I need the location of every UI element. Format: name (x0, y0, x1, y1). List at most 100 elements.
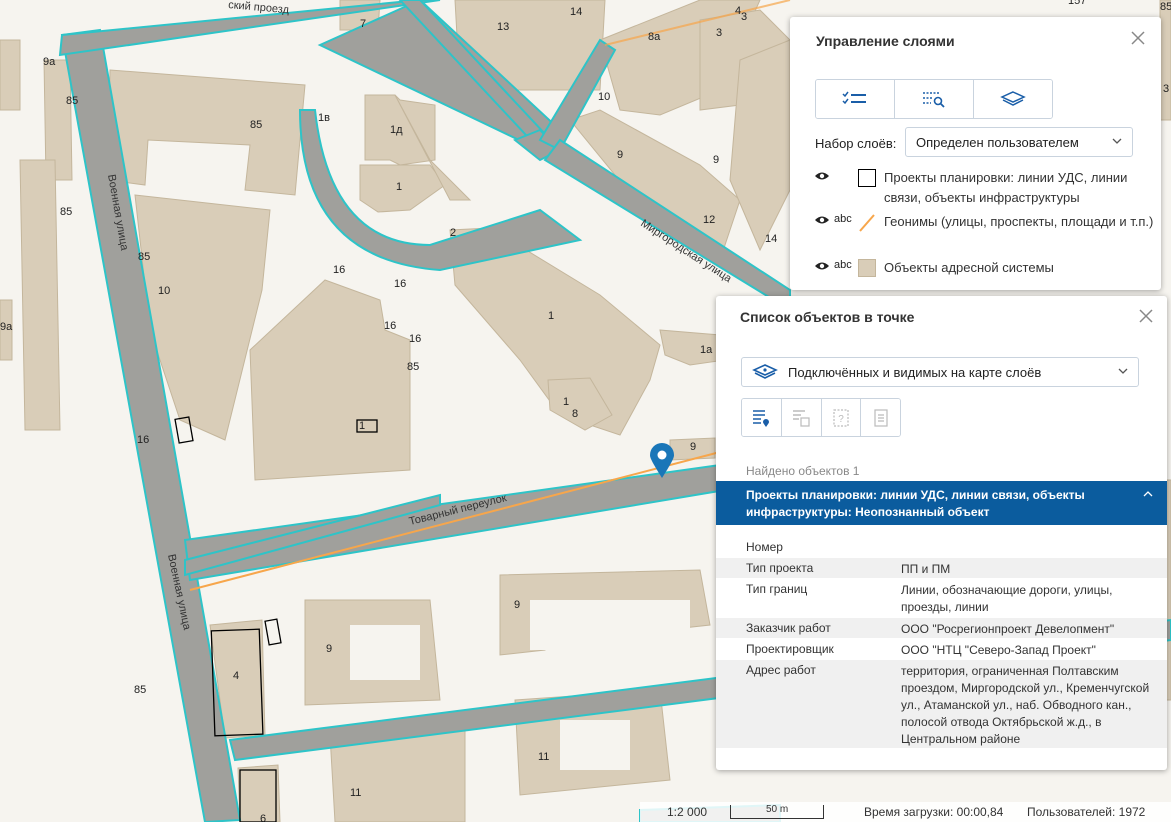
chevron-down-icon (1112, 138, 1122, 144)
house-number-label: 2 (450, 227, 456, 239)
question-doc-icon: ? (833, 408, 849, 427)
layer-set-label: Набор слоёв: (815, 136, 897, 151)
attribute-row: Номер (716, 537, 1167, 557)
layer-label: Объекты адресной системы (884, 260, 1054, 275)
label-toggle[interactable]: abc (834, 259, 858, 271)
list-table-icon (793, 409, 810, 427)
house-number-label: 1а (700, 344, 713, 356)
layer-label: Геонимы (улицы, проспекты, площади и т.п… (884, 214, 1154, 229)
layer-set-select[interactable]: Определен пользователем (905, 127, 1133, 157)
filter-search-icon (923, 92, 945, 108)
attribute-row: Адрес работ территория, ограниченная Пол… (716, 660, 1167, 748)
house-number-label: 11 (350, 787, 361, 799)
attribute-row: Заказчик работ ООО "Росрегионпроект Деве… (716, 618, 1167, 638)
house-number-label: 6 (260, 813, 266, 822)
eye-icon[interactable] (814, 214, 830, 226)
document-icon (874, 408, 888, 427)
house-number-label: 11 (538, 751, 549, 763)
status-bar: 1:2 000 50 m Время загрузки: 00:00,84 По… (640, 802, 1171, 822)
house-number-label: 9а (0, 321, 13, 333)
unknown-object-button[interactable]: ? (821, 399, 862, 436)
house-number-label: 10 (598, 91, 610, 103)
attribute-key: Тип проекта (746, 561, 814, 575)
attribute-key: Номер (746, 540, 783, 554)
house-number-label: 1 (396, 181, 402, 193)
objects-panel: Список объектов в точке Подключённых и в… (716, 296, 1167, 770)
house-number-label: 16 (333, 264, 345, 276)
layers-button[interactable] (973, 80, 1052, 118)
house-number-label: 14 (765, 233, 777, 245)
chevron-up-icon[interactable] (1143, 490, 1153, 497)
close-icon[interactable] (1129, 29, 1147, 47)
filter-search-button[interactable] (895, 80, 974, 118)
attribute-value: ПП и ПМ (901, 562, 951, 576)
layers-panel: Управление слоями Набор слоёв: Определен… (790, 17, 1161, 290)
result-header[interactable]: Проекты планировки: линии УДС, линии свя… (716, 481, 1167, 525)
close-icon[interactable] (1137, 307, 1155, 325)
source-select[interactable]: Подключённых и видимых на карте слоёв (741, 357, 1139, 387)
layer-row: abc Геонимы (улицы, проспекты, площади и… (814, 212, 1154, 232)
layer-row: abc Объекты адресной системы (814, 258, 1154, 278)
layers-icon (752, 364, 778, 379)
house-number-label: 7 (360, 18, 366, 30)
result-header-text: Проекты планировки: линии УДС, линии свя… (746, 488, 1085, 519)
legend-symbol (858, 169, 876, 187)
eye-icon[interactable] (814, 170, 830, 182)
attribute-value: территория, ограниченная Полтавским прое… (901, 664, 1150, 746)
layer-label: Проекты планировки: линии УДС, линии свя… (884, 170, 1128, 205)
chevron-down-icon (1118, 368, 1128, 374)
house-number-label: 9 (514, 599, 520, 611)
attribute-value: ООО "Росрегионпроект Девелопмент" (901, 622, 1115, 636)
load-time: Время загрузки: 00:00,84 (864, 805, 1004, 819)
scale-bar: 50 m (730, 804, 824, 819)
attribute-key: Тип границ (746, 582, 808, 596)
checklist-button[interactable] (816, 80, 896, 118)
house-number-label: 1 (548, 310, 554, 322)
house-number-label: 16 (137, 434, 149, 446)
house-number-label: 8 (572, 408, 578, 420)
house-number-label: 1в (318, 112, 330, 124)
layer-row: Проекты планировки: линии УДС, линии свя… (814, 168, 1154, 208)
house-number-label: 10 (158, 285, 170, 297)
layer-set-value: Определен пользователем (916, 134, 1079, 150)
house-number-label: 9 (617, 149, 623, 161)
objects-panel-title: Список объектов в точке (740, 309, 915, 325)
house-number-label: 85 (134, 684, 146, 696)
svg-text:?: ? (838, 414, 844, 425)
house-number-label: 3 (741, 11, 747, 23)
house-number-label: 9 (690, 441, 696, 453)
house-number-label: 12 (703, 214, 715, 226)
scale-bar-label: 50 m (766, 804, 789, 815)
attribute-key: Заказчик работ (746, 621, 831, 635)
house-number-label: 16 (394, 278, 406, 290)
house-number-label: 85 (407, 361, 419, 373)
house-number-label: 13 (497, 21, 509, 33)
house-number-label: 157 (1068, 0, 1086, 7)
eye-icon[interactable] (814, 260, 830, 272)
house-number-label: 9а (43, 56, 56, 68)
source-value: Подключённых и видимых на карте слоёв (788, 364, 1042, 380)
layers-icon (1000, 91, 1026, 106)
list-table-button[interactable] (781, 399, 822, 436)
house-number-label: 3 (1163, 83, 1169, 95)
checklist-icon (842, 91, 867, 105)
layers-toolbar (815, 79, 1053, 119)
users-count: Пользователей: 1972 (1027, 805, 1146, 819)
house-number-label: 9 (326, 643, 332, 655)
legend-line-icon (859, 214, 875, 232)
label-toggle[interactable]: abc (834, 213, 858, 225)
objects-toolbar: ? (741, 398, 901, 437)
document-button[interactable] (861, 399, 900, 436)
list-pin-button[interactable] (742, 399, 782, 436)
house-number-label: 14 (570, 6, 582, 18)
house-number-label: 85 (60, 206, 72, 218)
list-pin-icon (753, 409, 770, 427)
house-number-label: 4 (233, 670, 239, 682)
house-number-label: 3 (716, 27, 722, 39)
attribute-row: Проектировщик ООО "НТЦ "Северо-Запад Про… (716, 639, 1167, 659)
attribute-key: Адрес работ (746, 663, 816, 677)
house-number-label: 85 (1160, 1, 1171, 13)
found-count: Найдено объектов 1 (746, 464, 860, 478)
attribute-key: Проектировщик (746, 642, 834, 656)
layers-panel-title: Управление слоями (816, 33, 955, 49)
